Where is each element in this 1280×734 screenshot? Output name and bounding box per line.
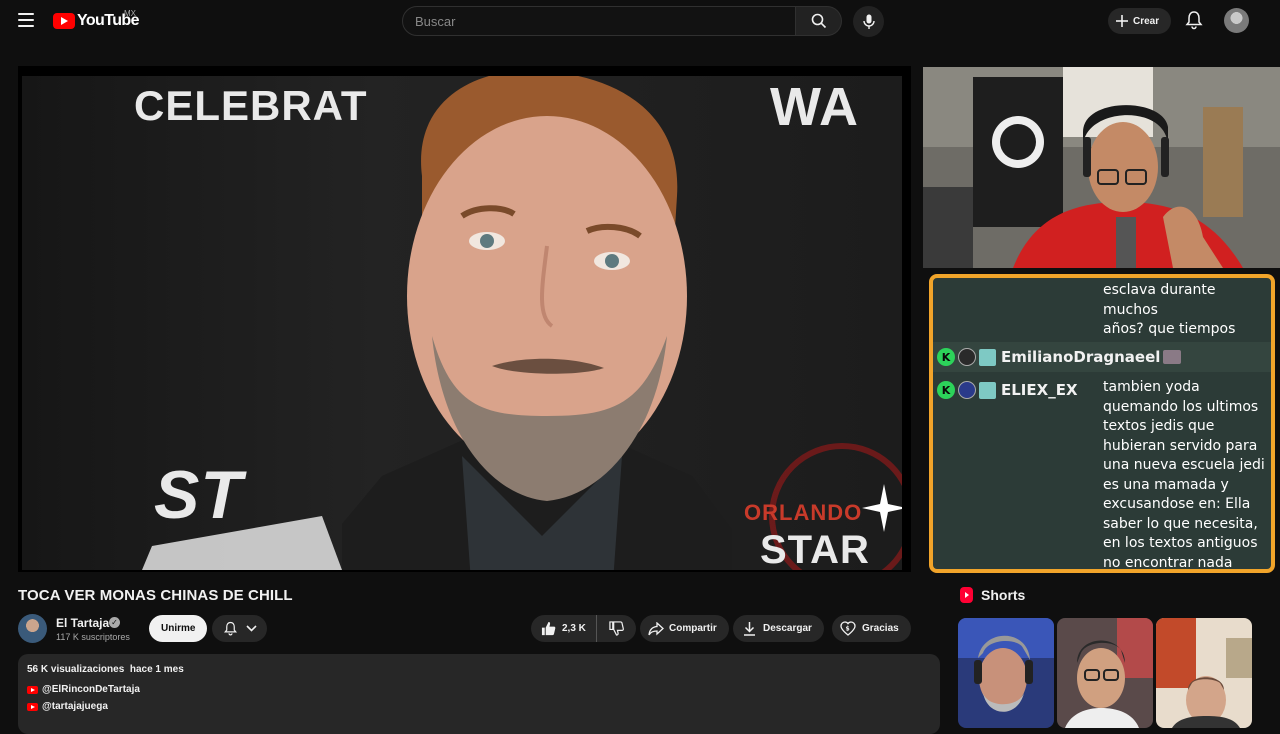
k-badge-icon: K bbox=[937, 381, 955, 399]
search-button[interactable] bbox=[796, 6, 842, 36]
description-box[interactable]: 56 K visualizaciones hace 1 mes @ElRinco… bbox=[18, 654, 940, 734]
thanks-heart-icon: $ bbox=[840, 621, 856, 636]
chat-line: excusandose en: Ella bbox=[1103, 496, 1251, 512]
chat-line: textos jedis que bbox=[1103, 418, 1215, 434]
hamburger-menu-icon[interactable] bbox=[18, 13, 34, 27]
live-chat-overlay: esclava durante muchos años? que tiempos… bbox=[929, 274, 1275, 573]
video-meta: 56 K visualizaciones hace 1 mes bbox=[27, 664, 184, 675]
k-badge-icon: K bbox=[937, 348, 955, 366]
chat-username: EmilianoDragnaeel bbox=[1001, 348, 1161, 366]
youtube-play-icon bbox=[53, 13, 75, 29]
chat-line: hubieran servido para bbox=[1103, 437, 1258, 454]
voice-search-button[interactable] bbox=[853, 6, 884, 37]
short-thumbnail[interactable] bbox=[958, 618, 1054, 728]
download-icon bbox=[744, 621, 755, 636]
link-text: @ElRinconDeTartaja bbox=[42, 684, 140, 695]
dislike-button[interactable] bbox=[597, 615, 636, 642]
youtube-mini-icon bbox=[27, 702, 38, 711]
short-thumbnail-image bbox=[958, 618, 1054, 728]
chat-line: quemando los ultimos bbox=[1103, 398, 1259, 415]
sub-badge-icon bbox=[979, 381, 996, 399]
subscriber-count: 117 K suscriptores bbox=[56, 632, 130, 642]
youtube-mini-icon bbox=[27, 685, 38, 694]
notifications-button[interactable] bbox=[1184, 10, 1204, 30]
youtube-logo[interactable]: YouTube MX bbox=[53, 9, 139, 30]
verified-check-icon: ✓ bbox=[109, 617, 120, 628]
backdrop-text: STAR bbox=[760, 528, 870, 570]
chat-line: en los textos antiguos bbox=[1103, 535, 1258, 551]
chat-line: una nueva escuela jedi bbox=[1103, 457, 1265, 473]
backdrop-text: CELEBRAT bbox=[134, 82, 368, 129]
download-button[interactable]: Descargar bbox=[733, 615, 824, 642]
short-thumbnail-image bbox=[1156, 618, 1252, 728]
plus-icon bbox=[1116, 15, 1128, 27]
like-count: 2,3 K bbox=[562, 623, 586, 634]
shorts-heading: Shorts bbox=[981, 587, 1026, 603]
microphone-icon bbox=[862, 14, 875, 29]
chat-line: tambien yoda bbox=[1103, 379, 1200, 395]
chevron-down-icon bbox=[245, 625, 257, 632]
video-title: TOCA VER MONAS CHINAS DE CHILL bbox=[18, 587, 293, 604]
video-player[interactable]: CELEBRAT WA ST ORLANDO STAR bbox=[18, 66, 911, 572]
chat-line: es una mamada y bbox=[1103, 476, 1229, 493]
sub-badge-icon bbox=[979, 348, 996, 366]
country-code: MX bbox=[124, 9, 136, 18]
link-text: @tartajajuega bbox=[42, 701, 108, 712]
chat-username: ELIEX_EX bbox=[1001, 381, 1078, 399]
short-thumbnail[interactable] bbox=[1156, 618, 1252, 728]
channel-name[interactable]: El Tartaja bbox=[56, 616, 109, 630]
backdrop-text: WA bbox=[770, 77, 859, 137]
share-button[interactable]: Compartir bbox=[640, 615, 729, 642]
search-bar bbox=[402, 6, 842, 36]
shorts-header: Shorts bbox=[960, 587, 1025, 603]
backdrop-text: ORLANDO bbox=[744, 500, 863, 525]
user-badge-icon bbox=[958, 348, 976, 366]
streamer-camera bbox=[923, 67, 1280, 268]
video-frame: CELEBRAT WA ST ORLANDO STAR bbox=[22, 76, 902, 570]
chat-line: no encontrar nada bbox=[1103, 554, 1233, 571]
emote-icon bbox=[1163, 350, 1182, 364]
bell-icon bbox=[1185, 11, 1203, 30]
user-badge-icon bbox=[958, 381, 976, 399]
short-thumbnail-image bbox=[1057, 618, 1153, 728]
webcam-scene bbox=[923, 67, 1280, 268]
bell-icon bbox=[223, 621, 237, 636]
share-label: Compartir bbox=[669, 623, 717, 634]
thanks-button[interactable]: $ Gracias bbox=[832, 615, 911, 642]
thumbs-down-icon bbox=[609, 621, 624, 636]
like-button[interactable]: 2,3 K bbox=[531, 615, 597, 642]
description-link[interactable]: @tartajajuega bbox=[27, 701, 108, 712]
description-link[interactable]: @ElRinconDeTartaja bbox=[27, 684, 140, 695]
account-avatar[interactable] bbox=[1224, 8, 1249, 33]
shorts-icon bbox=[960, 587, 973, 603]
join-button[interactable]: Unirme bbox=[149, 615, 208, 642]
create-label: Crear bbox=[1133, 15, 1160, 27]
top-bar: YouTube MX Crear bbox=[0, 0, 1280, 42]
chat-user-row: K EmilianoDragnaeel bbox=[937, 344, 1182, 370]
chat-line: esclava durante muchos bbox=[1103, 282, 1216, 318]
download-label: Descargar bbox=[763, 623, 812, 634]
backdrop-text: ST bbox=[154, 457, 243, 533]
search-icon bbox=[811, 13, 826, 29]
view-count: 56 K visualizaciones bbox=[27, 664, 125, 675]
svg-text:$: $ bbox=[846, 626, 850, 633]
thumbs-up-icon bbox=[541, 621, 556, 636]
person-figure bbox=[342, 76, 732, 570]
chat-user-row: K ELIEX_EX bbox=[937, 377, 1078, 403]
thanks-label: Gracias bbox=[862, 623, 899, 634]
channel-avatar[interactable] bbox=[18, 614, 47, 643]
share-icon bbox=[648, 621, 664, 635]
short-thumbnail[interactable] bbox=[1057, 618, 1153, 728]
create-button[interactable]: Crear bbox=[1108, 8, 1172, 34]
chat-line: años? que tiempos bbox=[1103, 321, 1236, 337]
chat-line: saber lo que necesita, bbox=[1103, 515, 1258, 532]
subscription-bell-button[interactable] bbox=[212, 615, 267, 642]
like-dislike-group: 2,3 K bbox=[531, 615, 636, 642]
upload-age: hace 1 mes bbox=[129, 664, 184, 675]
chat-message-text: tambien yoda quemando los ultimos textos… bbox=[1103, 378, 1265, 571]
search-input[interactable] bbox=[402, 6, 796, 36]
channel-action-row: El Tartaja ✓ 117 K suscriptores Unirme 2… bbox=[18, 614, 938, 644]
